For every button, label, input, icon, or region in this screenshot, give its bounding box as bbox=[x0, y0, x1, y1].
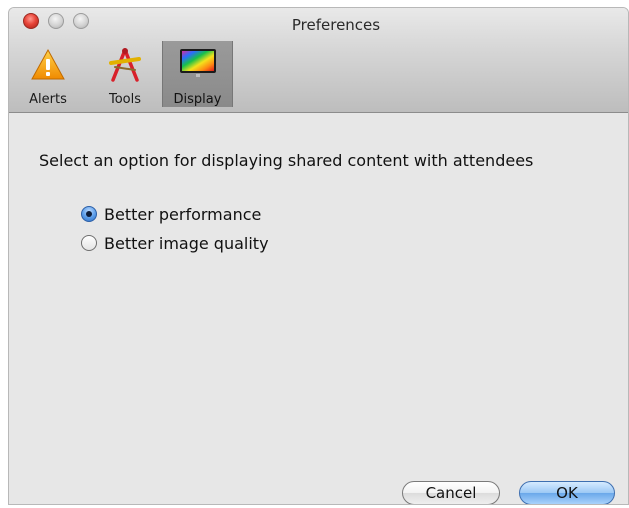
tab-tools-label: Tools bbox=[108, 92, 142, 107]
toolbar: Preferences Alerts Tools Display bbox=[9, 8, 628, 113]
radio-better-performance[interactable]: Better performance bbox=[81, 203, 261, 225]
instruction-text: Select an option for displaying shared c… bbox=[39, 151, 534, 170]
tab-tools[interactable]: Tools bbox=[94, 41, 156, 107]
radio-label-better-performance: Better performance bbox=[104, 204, 262, 224]
tools-icon bbox=[109, 48, 141, 82]
radio-button-unchecked[interactable] bbox=[81, 235, 97, 251]
radio-label-better-image-quality: Better image quality bbox=[104, 233, 269, 253]
warning-icon bbox=[31, 48, 65, 80]
preferences-window: Preferences Alerts Tools Display Select … bbox=[9, 8, 628, 504]
display-preferences-pane: Select an option for displaying shared c… bbox=[9, 113, 628, 504]
ok-button[interactable]: OK bbox=[519, 481, 615, 504]
cancel-button[interactable]: Cancel bbox=[402, 481, 500, 504]
tab-display-label: Display bbox=[173, 92, 222, 107]
radio-better-image-quality[interactable]: Better image quality bbox=[81, 232, 269, 254]
display-icon bbox=[179, 49, 216, 77]
tab-alerts[interactable]: Alerts bbox=[12, 41, 84, 107]
radio-button-checked[interactable] bbox=[81, 206, 97, 222]
tab-display[interactable]: Display bbox=[162, 41, 233, 107]
window-title: Preferences bbox=[291, 16, 381, 34]
tab-alerts-label: Alerts bbox=[29, 92, 67, 107]
